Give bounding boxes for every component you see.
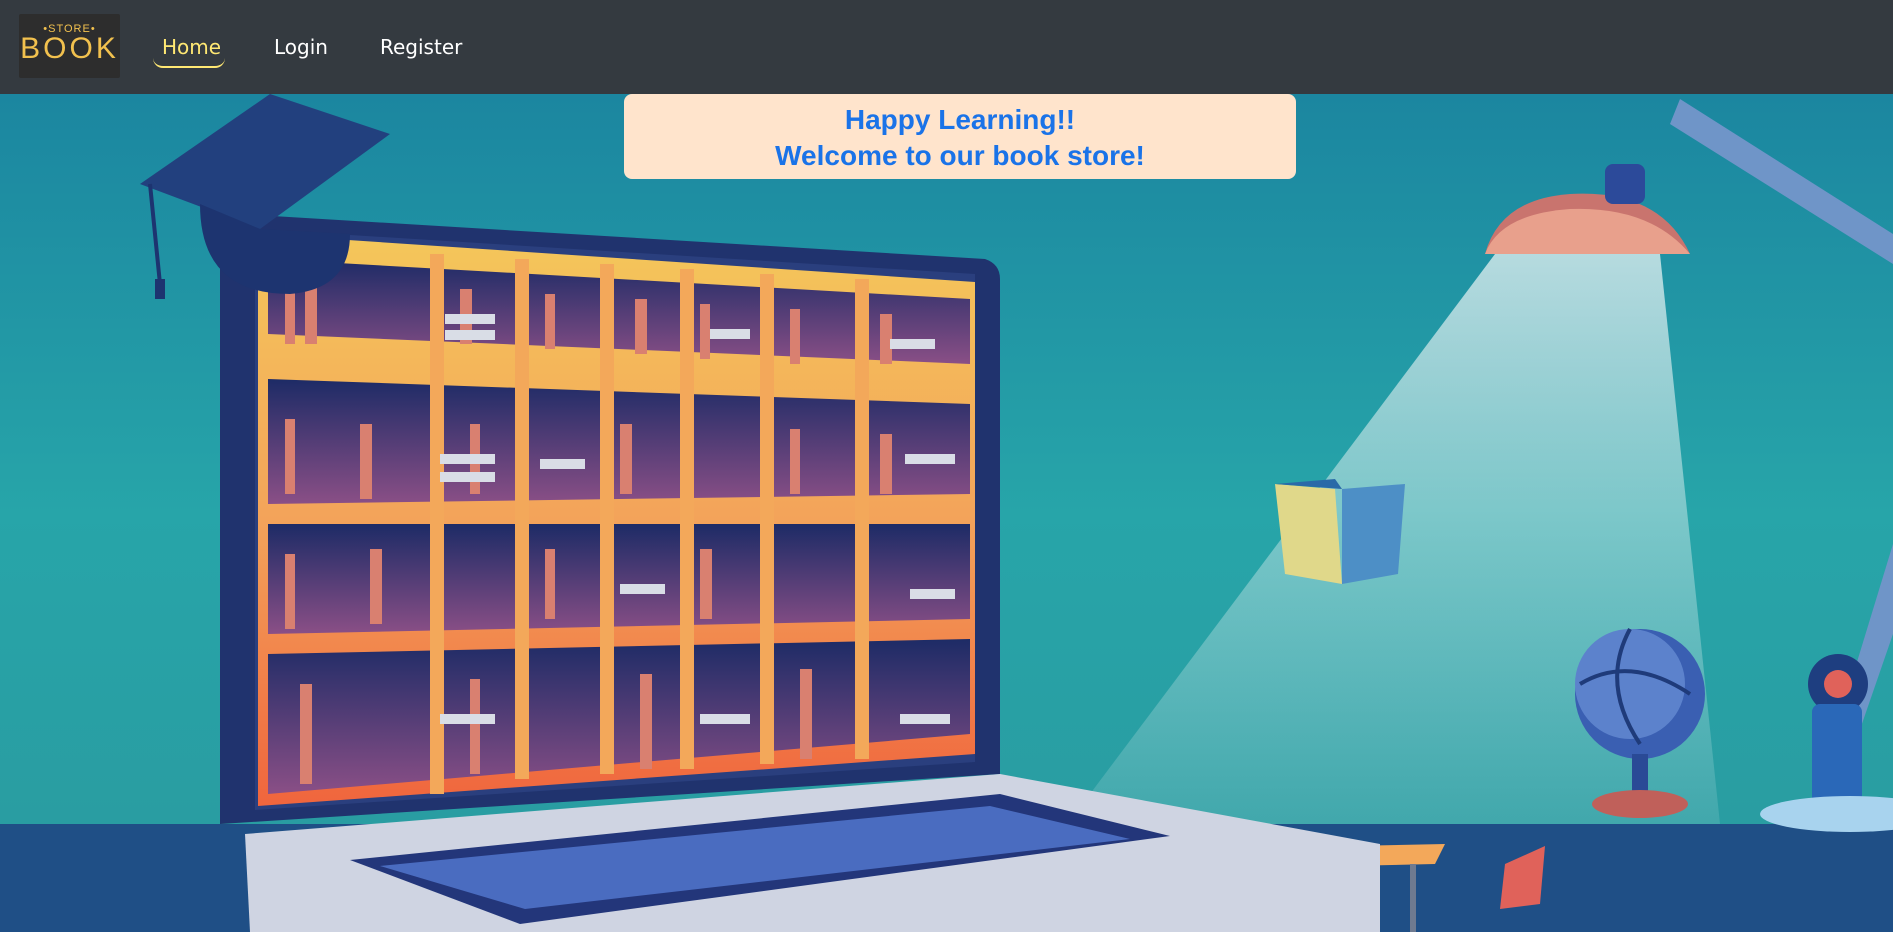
store-logo[interactable]: •STORE• BOOK [19,14,120,78]
nav-login-link[interactable]: Login [274,35,328,59]
nav-register-link[interactable]: Register [380,35,462,59]
hero-illustration [0,94,1893,932]
active-underline [153,58,225,68]
nav-home-link[interactable]: Home [162,35,221,59]
logo-text: BOOK [20,32,119,65]
bookshelf-illustration [258,234,975,806]
navbar: •STORE• BOOK Home Login Register [0,0,1893,94]
banner-line-1: Happy Learning!! [844,104,1076,135]
welcome-banner: Happy Learning!! Welcome to our book sto… [624,94,1296,179]
banner-line-2: Welcome to our book store! [775,140,1145,171]
